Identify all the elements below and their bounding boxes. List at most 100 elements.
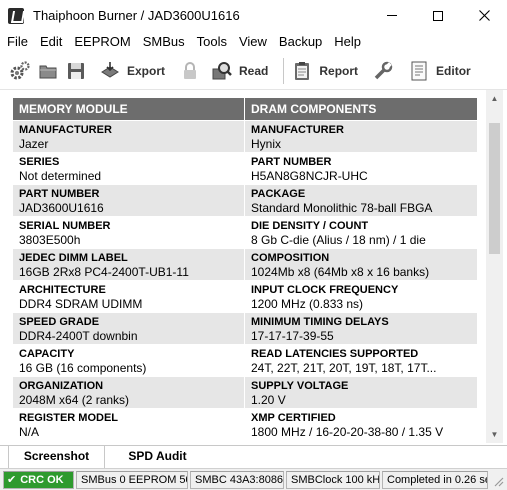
export-button[interactable]: Export	[96, 55, 176, 87]
scroll-thumb[interactable]	[489, 123, 500, 254]
memory-module-field-label: CAPACITY	[19, 348, 75, 360]
dram-components-field-value: Standard Monolithic 78-ball FBGA	[251, 201, 433, 215]
lock-button[interactable]	[176, 55, 204, 87]
open-button[interactable]	[34, 55, 62, 87]
settings-button[interactable]	[6, 55, 34, 87]
tab-spd-audit[interactable]: SPD Audit	[105, 446, 210, 468]
dram-components-field-label: XMP CERTIFIED	[251, 412, 336, 424]
memory-module-field-value: 2048M x64 (2 ranks)	[19, 393, 130, 407]
dram-components-field-value: 24T, 22T, 21T, 20T, 19T, 18T, 17T...	[251, 361, 437, 375]
status-bar: ✔ CRC OK SMBus 0 EEPROM 50h SMBC 43A3:808…	[0, 468, 507, 490]
memory-module-row: PART NUMBER JAD3600U1616	[13, 185, 244, 216]
dram-components-field-value: 17-17-17-39-55	[251, 329, 334, 343]
gears-icon	[9, 60, 31, 82]
toolbar: Export Read Report Editor	[0, 52, 507, 90]
memory-module-row: REGISTER MODEL N/A	[13, 409, 244, 440]
tools-button[interactable]	[369, 55, 397, 87]
memory-module-field-label: REGISTER MODEL	[19, 412, 119, 424]
app-icon	[8, 7, 24, 24]
tab-screenshot[interactable]: Screenshot	[8, 446, 105, 468]
maximize-button[interactable]	[415, 0, 461, 31]
memory-module-row: ARCHITECTURE DDR4 SDRAM UDIMM	[13, 281, 244, 312]
report-view[interactable]: MEMORY MODULE DRAM COMPONENTS MANUFACTUR…	[5, 90, 486, 443]
clipboard-icon	[291, 60, 313, 82]
memory-module-field-label: ORGANIZATION	[19, 380, 104, 392]
resize-grip-icon[interactable]	[492, 475, 504, 487]
document-icon	[408, 60, 430, 82]
dram-components-row: READ LATENCIES SUPPORTED 24T, 22T, 21T, 2…	[245, 345, 477, 376]
save-button[interactable]	[62, 55, 90, 87]
dram-components-field-label: MANUFACTURER	[251, 124, 344, 136]
dram-components-field-label: MINIMUM TIMING DELAYS	[251, 316, 389, 328]
dram-components-field-label: PART NUMBER	[251, 156, 332, 168]
minimize-button[interactable]	[369, 0, 415, 31]
menu-view[interactable]: View	[233, 34, 273, 49]
memory-module-field-label: MANUFACTURER	[19, 124, 112, 136]
dram-components-field-label: PACKAGE	[251, 188, 306, 200]
dram-components-row: INPUT CLOCK FREQUENCY 1200 MHz (0.833 ns)	[245, 281, 477, 312]
minimize-icon	[387, 15, 397, 16]
dram-components-row: MINIMUM TIMING DELAYS 17-17-17-39-55	[245, 313, 477, 344]
dram-components-row: MANUFACTURER Hynix	[245, 121, 477, 152]
memory-module-field-value: 16GB 2Rx8 PC4-2400T-UB1-11	[19, 265, 189, 279]
dram-components-row: XMP CERTIFIED 1800 MHz / 16-20-20-38-80 /…	[245, 409, 477, 440]
scroll-up-icon[interactable]: ▲	[486, 90, 503, 107]
scroll-down-icon[interactable]: ▼	[486, 426, 503, 443]
title-bar: Thaiphoon Burner / JAD3600U1616	[0, 0, 507, 31]
dram-components-field-label: READ LATENCIES SUPPORTED	[251, 348, 419, 360]
completed-status: Completed in 0.26 sec	[382, 471, 488, 489]
editor-label: Editor	[436, 63, 471, 78]
dram-components-row: PACKAGE Standard Monolithic 78-ball FBGA	[245, 185, 477, 216]
memory-module-row: CAPACITY 16 GB (16 components)	[13, 345, 244, 376]
memory-module-row: SERIAL NUMBER 3803E500h	[13, 217, 244, 248]
menu-eeprom[interactable]: EEPROM	[68, 34, 136, 49]
toolbar-separator	[283, 57, 285, 84]
dram-components-field-value: 1024Mb x8 (64Mb x8 x 16 banks)	[251, 265, 430, 279]
wrench-icon	[372, 60, 394, 82]
dram-components-field-value: H5AN8G8NCJR-UHC	[251, 169, 368, 183]
menu-help[interactable]: Help	[328, 34, 367, 49]
folder-icon	[37, 60, 59, 82]
close-button[interactable]	[461, 0, 507, 31]
menu-smbus[interactable]: SMBus	[137, 34, 191, 49]
memory-module-field-label: PART NUMBER	[19, 188, 100, 200]
memory-module-field-value: N/A	[19, 425, 40, 439]
check-icon: ✔	[7, 474, 17, 486]
export-icon	[99, 60, 121, 82]
memory-module-row: MANUFACTURER Jazer	[13, 121, 244, 152]
memory-module-field-value: DDR4 SDRAM UDIMM	[19, 297, 143, 311]
memory-module-field-label: ARCHITECTURE	[19, 284, 106, 296]
memory-module-row: ORGANIZATION 2048M x64 (2 ranks)	[13, 377, 244, 408]
read-label: Read	[239, 63, 269, 78]
dram-components-field-value: 1200 MHz (0.833 ns)	[251, 297, 364, 311]
dram-components-row: COMPOSITION 1024Mb x8 (64Mb x8 x 16 banks…	[245, 249, 477, 280]
dram-components-field-label: COMPOSITION	[251, 252, 330, 264]
report-button[interactable]: Report	[288, 55, 369, 87]
editor-button[interactable]: Editor	[405, 55, 482, 87]
memory-module-field-value: Not determined	[19, 169, 102, 183]
memory-module-field-value: Jazer	[19, 137, 49, 151]
crc-status-text: CRC OK	[20, 474, 64, 486]
memory-module-header: MEMORY MODULE	[13, 98, 244, 120]
menu-edit[interactable]: Edit	[34, 34, 68, 49]
memory-module-field-value: DDR4-2400T downbin	[19, 329, 138, 343]
menu-backup[interactable]: Backup	[273, 34, 328, 49]
dram-components-field-label: INPUT CLOCK FREQUENCY	[251, 284, 399, 296]
menu-tools[interactable]: Tools	[191, 34, 233, 49]
smbus-status: SMBus 0 EEPROM 50h	[76, 471, 188, 489]
memory-module-field-label: JEDEC DIMM LABEL	[19, 252, 128, 264]
menu-bar: File Edit EEPROM SMBus Tools View Backup…	[0, 31, 507, 51]
dram-components-field-value: 8 Gb C-die (Alius / 18 nm) / 1 die	[251, 233, 426, 247]
export-label: Export	[127, 63, 166, 78]
report-label: Report	[319, 63, 359, 78]
bottom-tabs: Screenshot SPD Audit	[0, 445, 507, 468]
vertical-scrollbar[interactable]: ▲ ▼	[486, 90, 503, 443]
menu-file[interactable]: File	[0, 34, 34, 49]
close-icon	[478, 10, 490, 21]
memory-module-field-value: 3803E500h	[19, 233, 81, 247]
smbclock-status: SMBClock 100 kHz	[286, 471, 380, 489]
smbc-status: SMBC 43A3:8086	[190, 471, 284, 489]
maximize-icon	[433, 10, 443, 21]
memory-module-field-label: SPEED GRADE	[19, 316, 100, 328]
read-button[interactable]: Read	[208, 55, 279, 87]
